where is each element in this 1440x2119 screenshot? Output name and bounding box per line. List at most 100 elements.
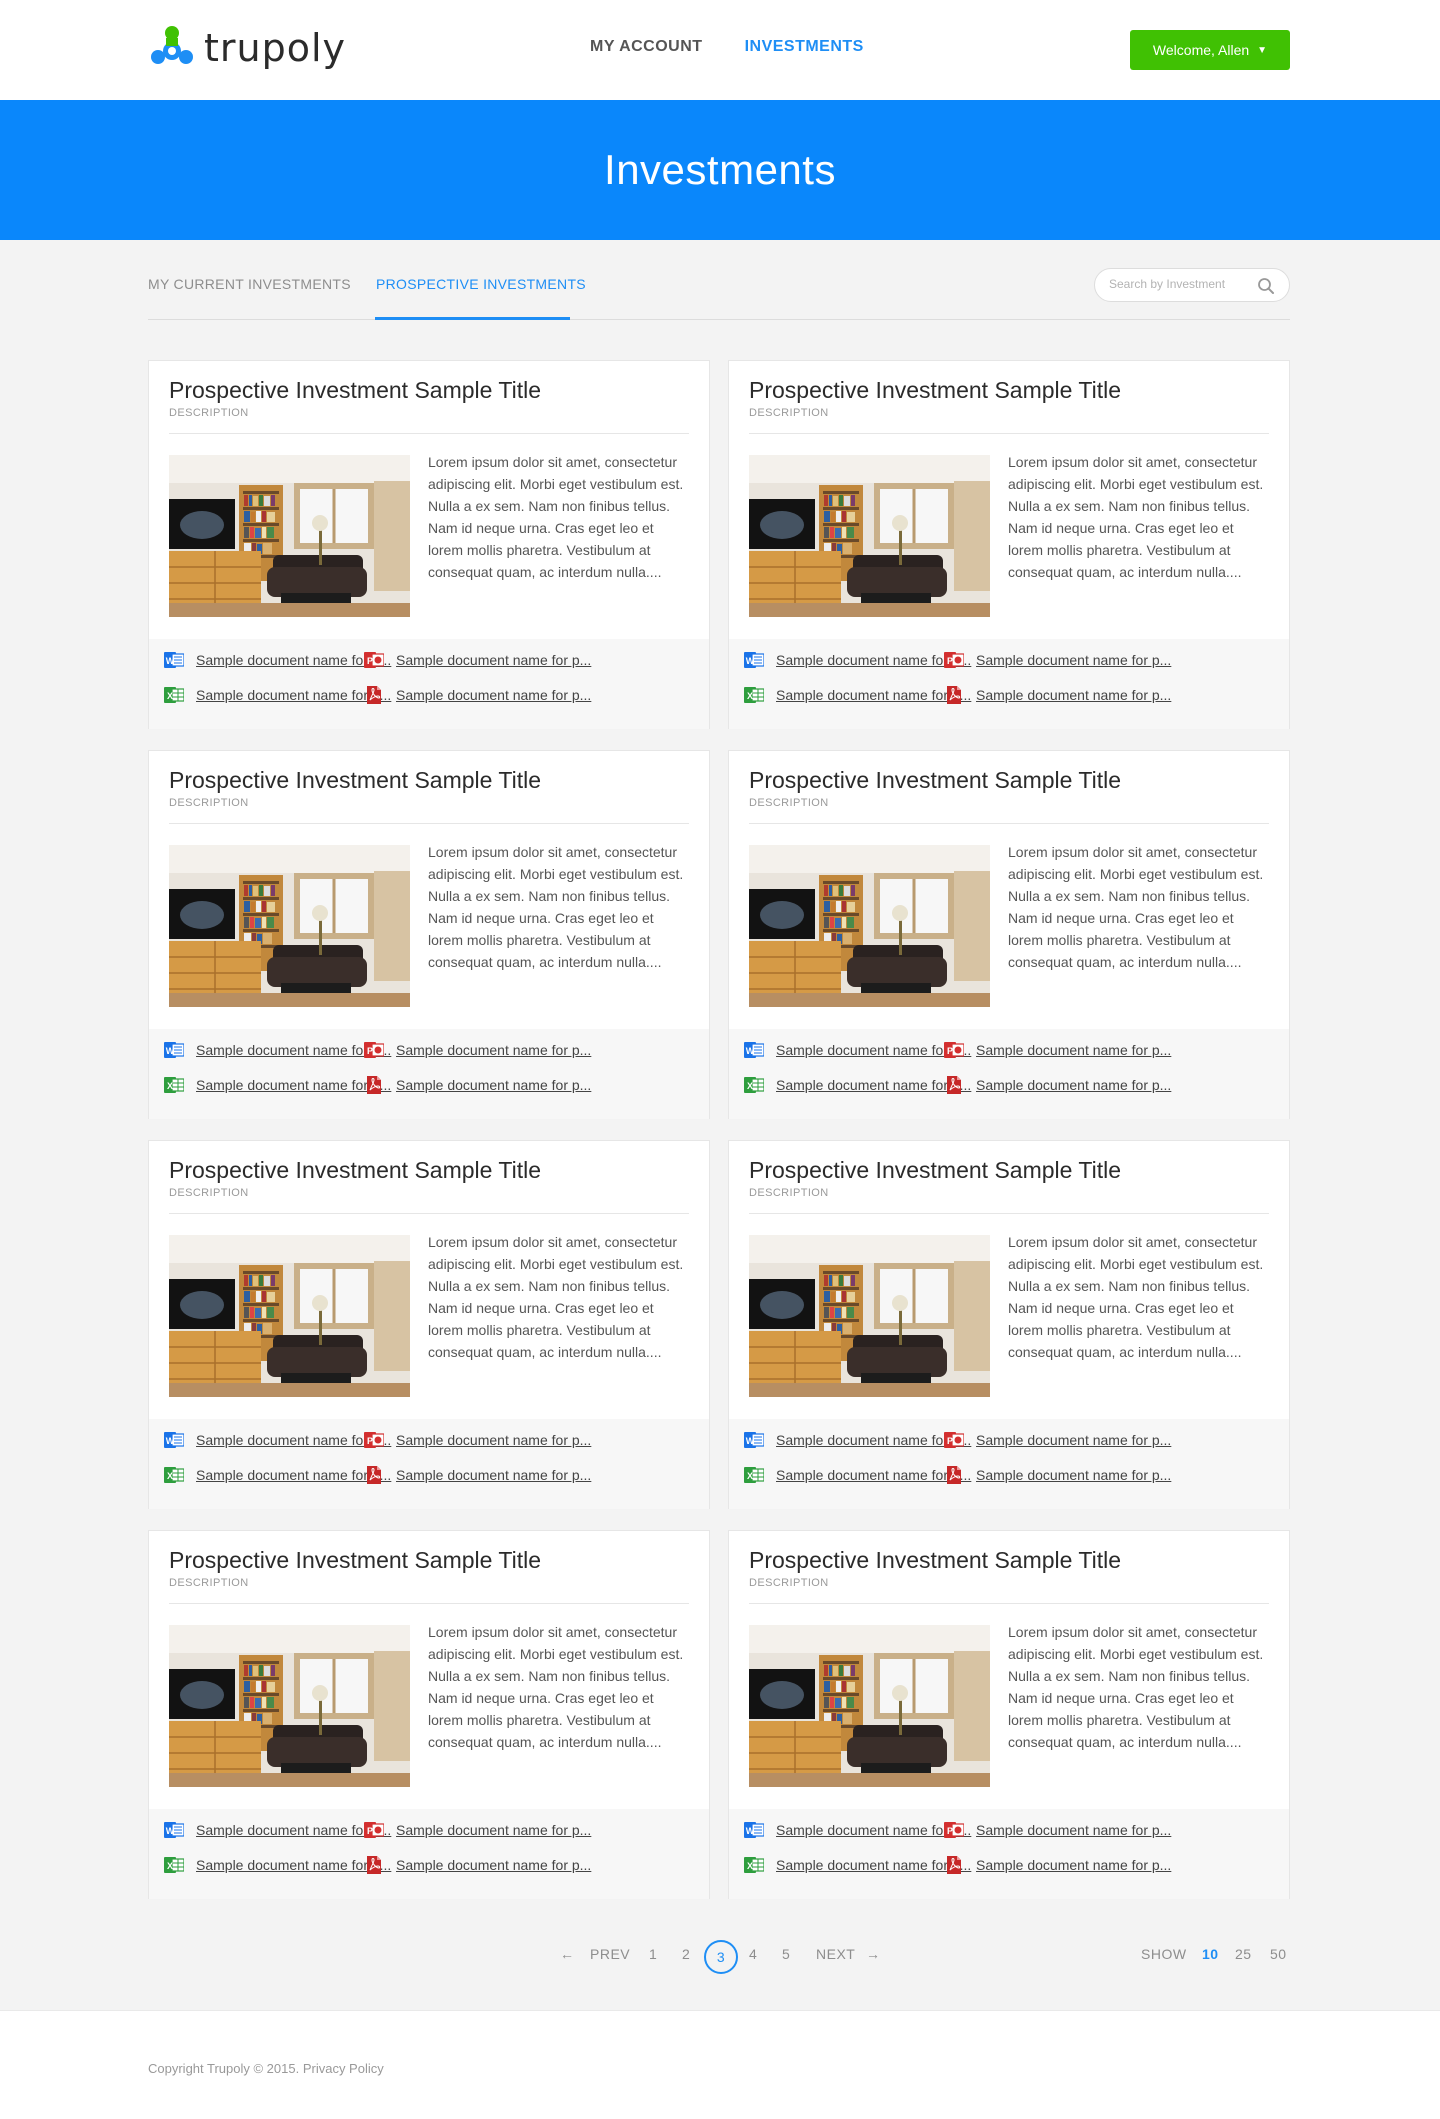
document-link-excel[interactable]: X Sample document name for p... [744,1465,971,1485]
document-name[interactable]: Sample document name for p... [976,652,1171,668]
property-photo[interactable] [749,845,990,1007]
document-name[interactable]: Sample document name for p... [196,1042,391,1058]
document-link-powerpoint[interactable]: P Sample document name for p... [944,1820,1171,1840]
page-4[interactable]: 4 [749,1946,757,1962]
document-link-powerpoint[interactable]: P Sample document name for p... [944,1430,1171,1450]
nav-my-account[interactable]: MY ACCOUNT [590,38,703,56]
card-title[interactable]: Prospective Investment Sample Title [169,1547,541,1574]
property-photo[interactable] [169,455,410,617]
document-name[interactable]: Sample document name for p... [396,1077,591,1093]
document-link-pdf[interactable]: Sample document name for p... [944,1855,1171,1875]
investment-card[interactable]: Prospective Investment Sample Title DESC… [728,750,1290,1119]
document-name[interactable]: Sample document name for p... [396,1432,591,1448]
document-link-word[interactable]: W Sample document name for p... [164,1430,391,1450]
document-name[interactable]: Sample document name for p... [396,687,591,703]
next-button[interactable]: NEXT [816,1946,855,1962]
document-name[interactable]: Sample document name for p... [976,1042,1171,1058]
document-name[interactable]: Sample document name for p... [776,1077,971,1093]
document-name[interactable]: Sample document name for p... [396,652,591,668]
tab-prospective-investments[interactable]: PROSPECTIVE INVESTMENTS [376,276,586,292]
document-link-pdf[interactable]: Sample document name for p... [364,1855,591,1875]
document-link-pdf[interactable]: Sample document name for p... [364,1465,591,1485]
document-name[interactable]: Sample document name for p... [396,1857,591,1873]
search-input[interactable] [1109,277,1259,291]
document-link-pdf[interactable]: Sample document name for p... [364,1075,591,1095]
document-link-excel[interactable]: X Sample document name for p... [164,685,391,705]
tab-my-current-investments[interactable]: MY CURRENT INVESTMENTS [148,276,351,292]
document-link-excel[interactable]: X Sample document name for p... [164,1465,391,1485]
document-name[interactable]: Sample document name for p... [976,687,1171,703]
document-link-word[interactable]: W Sample document name for p... [164,650,391,670]
search-icon[interactable] [1257,277,1275,295]
document-name[interactable]: Sample document name for p... [396,1822,591,1838]
search-box[interactable] [1094,268,1290,302]
property-photo[interactable] [169,1235,410,1397]
document-name[interactable]: Sample document name for p... [976,1467,1171,1483]
welcome-user-button[interactable]: Welcome, Allen ▼ [1130,30,1290,70]
document-name[interactable]: Sample document name for p... [196,1467,391,1483]
document-name[interactable]: Sample document name for p... [776,687,971,703]
page-1[interactable]: 1 [649,1946,657,1962]
page-2[interactable]: 2 [682,1946,690,1962]
page-size-50[interactable]: 50 [1270,1946,1287,1962]
document-link-powerpoint[interactable]: P Sample document name for p... [944,650,1171,670]
document-name[interactable]: Sample document name for p... [976,1857,1171,1873]
card-title[interactable]: Prospective Investment Sample Title [169,1157,541,1184]
document-link-word[interactable]: W Sample document name for p... [164,1040,391,1060]
document-name[interactable]: Sample document name for p... [396,1467,591,1483]
document-name[interactable]: Sample document name for p... [196,652,391,668]
document-name[interactable]: Sample document name for p... [196,1857,391,1873]
document-link-word[interactable]: W Sample document name for p... [744,1820,971,1840]
document-name[interactable]: Sample document name for p... [196,1432,391,1448]
document-link-word[interactable]: W Sample document name for p... [744,1040,971,1060]
document-link-excel[interactable]: X Sample document name for p... [744,1855,971,1875]
page-size-10[interactable]: 10 [1202,1946,1219,1962]
investment-card[interactable]: Prospective Investment Sample Title DESC… [148,360,710,729]
page-size-25[interactable]: 25 [1235,1946,1252,1962]
investment-card[interactable]: Prospective Investment Sample Title DESC… [148,1530,710,1899]
investment-card[interactable]: Prospective Investment Sample Title DESC… [148,750,710,1119]
card-title[interactable]: Prospective Investment Sample Title [749,767,1121,794]
document-link-powerpoint[interactable]: P Sample document name for p... [364,1040,591,1060]
page-3-current[interactable]: 3 [704,1940,738,1974]
document-link-powerpoint[interactable]: P Sample document name for p... [944,1040,1171,1060]
property-photo[interactable] [749,455,990,617]
document-link-powerpoint[interactable]: P Sample document name for p... [364,1820,591,1840]
document-name[interactable]: Sample document name for p... [776,1857,971,1873]
investment-card[interactable]: Prospective Investment Sample Title DESC… [728,1140,1290,1509]
prev-arrow-icon[interactable]: ← [560,1946,575,1962]
nav-investments[interactable]: INVESTMENTS [745,38,864,56]
document-name[interactable]: Sample document name for p... [776,1042,971,1058]
document-link-powerpoint[interactable]: P Sample document name for p... [364,1430,591,1450]
property-photo[interactable] [749,1625,990,1787]
document-link-powerpoint[interactable]: P Sample document name for p... [364,650,591,670]
investment-card[interactable]: Prospective Investment Sample Title DESC… [148,1140,710,1509]
card-title[interactable]: Prospective Investment Sample Title [749,1157,1121,1184]
document-link-word[interactable]: W Sample document name for p... [744,1430,971,1450]
document-link-excel[interactable]: X Sample document name for p... [164,1855,391,1875]
document-name[interactable]: Sample document name for p... [196,1822,391,1838]
property-photo[interactable] [169,845,410,1007]
document-name[interactable]: Sample document name for p... [196,1077,391,1093]
card-title[interactable]: Prospective Investment Sample Title [169,377,541,404]
card-title[interactable]: Prospective Investment Sample Title [749,377,1121,404]
document-name[interactable]: Sample document name for p... [196,687,391,703]
prev-button[interactable]: PREV [590,1946,630,1962]
document-name[interactable]: Sample document name for p... [976,1077,1171,1093]
investment-card[interactable]: Prospective Investment Sample Title DESC… [728,360,1290,729]
document-link-pdf[interactable]: Sample document name for p... [944,1465,1171,1485]
document-name[interactable]: Sample document name for p... [776,1432,971,1448]
document-name[interactable]: Sample document name for p... [776,652,971,668]
document-name[interactable]: Sample document name for p... [396,1042,591,1058]
logo[interactable]: trupoly [148,24,346,72]
document-link-word[interactable]: W Sample document name for p... [164,1820,391,1840]
card-title[interactable]: Prospective Investment Sample Title [749,1547,1121,1574]
document-link-pdf[interactable]: Sample document name for p... [944,1075,1171,1095]
property-photo[interactable] [169,1625,410,1787]
document-link-excel[interactable]: X Sample document name for p... [744,1075,971,1095]
document-name[interactable]: Sample document name for p... [976,1822,1171,1838]
card-title[interactable]: Prospective Investment Sample Title [169,767,541,794]
document-link-pdf[interactable]: Sample document name for p... [944,685,1171,705]
property-photo[interactable] [749,1235,990,1397]
page-5[interactable]: 5 [782,1946,790,1962]
